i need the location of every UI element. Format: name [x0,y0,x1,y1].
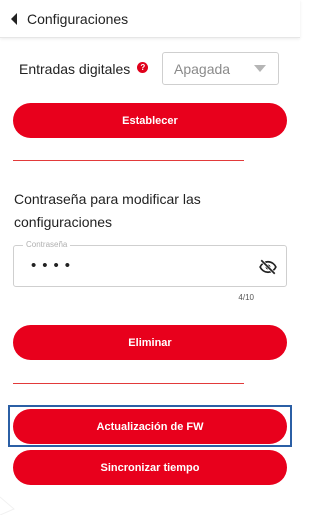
sync-time-button[interactable]: Sincronizar tiempo [13,450,287,485]
chevron-left-icon [11,12,17,25]
back-button[interactable] [3,8,25,30]
select-value: Apagada [174,60,231,77]
app-header: Configuraciones [0,0,300,38]
set-button[interactable]: Establecer [13,103,287,138]
password-field-label: Contraseña [23,240,71,249]
decorative-corner [0,496,15,515]
password-section-description: Contraseña para modificar las configurac… [14,191,201,230]
section-divider [13,160,244,161]
section-divider [13,383,244,384]
help-icon[interactable]: ? [137,61,149,73]
caret-down-icon [254,65,266,72]
digital-inputs-label: Entradas digitales [19,61,131,77]
password-char-counter: 4/10 [238,293,254,302]
page-title: Configuraciones [27,10,129,27]
eye-off-icon[interactable] [259,258,277,276]
password-value: •••• [31,257,77,274]
digital-inputs-select[interactable]: Apagada [162,52,279,85]
password-field[interactable]: Contraseña •••• [13,240,287,287]
settings-screen: Configuraciones Entradas digitales ? Apa… [0,0,300,515]
delete-button[interactable]: Eliminar [13,325,287,360]
fw-update-button[interactable]: Actualización de FW [13,409,287,444]
digital-inputs-row: Entradas digitales ? Apagada [19,52,281,86]
